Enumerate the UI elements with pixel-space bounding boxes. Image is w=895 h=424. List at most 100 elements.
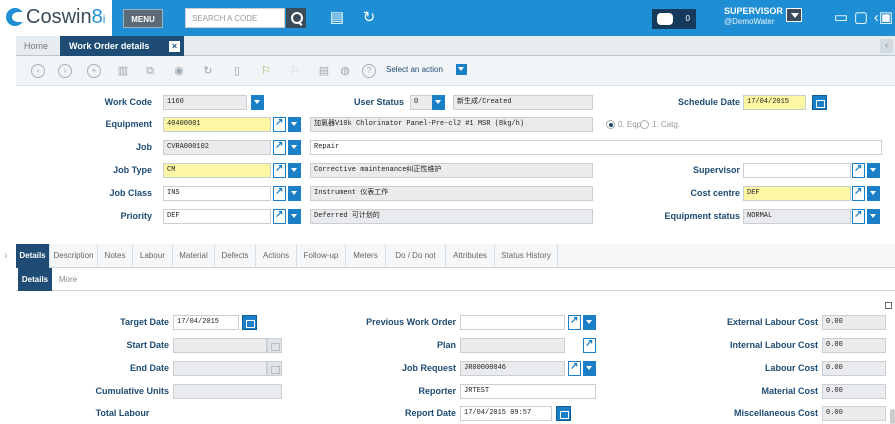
menu-button[interactable]: MENU [123, 9, 163, 28]
cumulative-units-field[interactable] [173, 384, 282, 399]
radio-equipment[interactable] [606, 120, 615, 129]
scroll-handle[interactable] [885, 302, 892, 309]
chevron-down-icon[interactable] [288, 140, 301, 155]
previous-icon[interactable]: ‹ [31, 64, 45, 78]
chevron-down-icon[interactable] [583, 315, 596, 330]
equipment-field[interactable]: 40400001 [163, 117, 271, 132]
open-link-icon[interactable] [852, 163, 865, 178]
internal-labour-cost-field[interactable]: 0.00 [822, 338, 886, 353]
open-link-icon[interactable] [273, 140, 286, 155]
external-labour-cost-field[interactable]: 0.00 [822, 315, 886, 330]
chevron-down-icon[interactable] [456, 64, 467, 75]
subtab-more[interactable]: More [52, 268, 84, 291]
job-request-field[interactable]: JR00000046 [460, 361, 565, 376]
open-link-icon[interactable] [583, 338, 596, 353]
miscellaneous-cost-field[interactable]: 0.00 [822, 406, 886, 421]
job-field[interactable]: CVRA000102 [163, 140, 271, 155]
open-link-icon[interactable] [273, 163, 286, 178]
open-link-icon[interactable] [852, 209, 865, 224]
open-link-icon[interactable] [273, 117, 286, 132]
chat-icon[interactable]: ▢ [852, 9, 870, 27]
tab-work-order-details[interactable]: Work Order details × [60, 36, 184, 56]
chevron-down-icon[interactable] [867, 163, 880, 178]
chevron-down-icon[interactable] [251, 95, 264, 110]
target-date-field[interactable]: 17/04/2015 [173, 315, 239, 330]
exit-icon[interactable]: ‹▣ [872, 9, 895, 27]
chevron-down-icon[interactable] [432, 95, 445, 110]
chevron-down-icon[interactable] [867, 186, 880, 201]
copy-icon[interactable]: ⧉ [143, 64, 157, 78]
delete-icon[interactable]: ▯ [230, 64, 244, 78]
supervisor-field[interactable] [743, 163, 851, 178]
start-date-field[interactable] [173, 338, 267, 353]
chevron-down-icon[interactable] [288, 163, 301, 178]
tab-details[interactable]: Details [16, 244, 50, 268]
open-link-icon[interactable] [273, 209, 286, 224]
window-icon[interactable]: ▭ [832, 9, 850, 27]
schedule-date-field[interactable]: 17/04/2015 [743, 95, 806, 110]
next-icon[interactable]: › [58, 64, 72, 78]
chevron-down-icon[interactable] [288, 117, 301, 132]
end-date-field[interactable] [173, 361, 267, 376]
plan-field[interactable] [460, 338, 565, 353]
tab-defects[interactable]: Defects [215, 244, 256, 268]
flag-off-icon[interactable]: ⚐ [288, 64, 302, 78]
work-code-field[interactable]: 1160 [163, 95, 247, 110]
open-link-icon[interactable] [568, 315, 581, 330]
tab-home[interactable]: Home [24, 41, 48, 51]
open-link-icon[interactable] [852, 186, 865, 201]
report-date-field[interactable]: 17/04/2015 09:57 [460, 406, 552, 421]
notifications-button[interactable]: 0 [652, 9, 696, 29]
open-link-icon[interactable] [568, 361, 581, 376]
tab-attributes[interactable]: Attributes [446, 244, 495, 268]
undo-icon[interactable]: ↻ [201, 64, 215, 78]
chevron-left-icon[interactable]: ‹ [880, 39, 893, 53]
view-icon[interactable]: ◉ [172, 64, 186, 78]
material-cost-field[interactable]: 0.00 [822, 384, 886, 399]
search-input[interactable]: SEARCH A CODE [185, 8, 285, 28]
job-type-field[interactable]: CM [163, 163, 271, 178]
labour-cost-field[interactable]: 0.00 [822, 361, 886, 376]
chevron-down-icon[interactable] [288, 186, 301, 201]
select-action-dropdown[interactable]: Select an action [386, 65, 443, 74]
tab-notes[interactable]: Notes [98, 244, 133, 268]
calendar-icon[interactable] [812, 95, 827, 110]
scrollbar[interactable] [890, 409, 895, 424]
reporter-field[interactable]: JRTEST [460, 384, 596, 399]
flag-icon[interactable]: ⚐ [259, 64, 273, 78]
chevron-down-icon[interactable] [867, 209, 880, 224]
save-icon[interactable]: ▥ [116, 64, 130, 78]
tab-labour[interactable]: Labour [133, 244, 173, 268]
search-icon[interactable] [286, 8, 306, 28]
tab-status-history[interactable]: Status History [495, 244, 558, 268]
tab-meters[interactable]: Meters [346, 244, 386, 268]
chevron-down-icon[interactable] [583, 361, 596, 376]
calendar-icon[interactable] [242, 315, 257, 330]
user-menu-dropdown[interactable] [786, 8, 802, 22]
refresh-icon[interactable]: ↻ [360, 9, 378, 27]
print-icon[interactable]: ▤ [328, 9, 346, 27]
priority-field[interactable]: DEF [163, 209, 271, 224]
document-icon[interactable]: ▤ [317, 64, 331, 78]
tab-do-do-not[interactable]: Do / Do not [386, 244, 446, 268]
job-description[interactable]: Repair [310, 140, 882, 155]
radio-category[interactable] [640, 120, 649, 129]
calendar-icon[interactable] [556, 406, 571, 421]
equipment-status-field[interactable]: NORMAL [743, 209, 851, 224]
user-name[interactable]: SUPERVISOR [724, 6, 783, 16]
globe-icon[interactable]: ◍ [338, 64, 352, 78]
subtab-details[interactable]: Details [18, 268, 52, 291]
tab-material[interactable]: Material [173, 244, 215, 268]
close-icon[interactable]: × [169, 41, 180, 52]
tab-description[interactable]: Description [50, 244, 98, 268]
tab-actions[interactable]: Actions [256, 244, 297, 268]
chevron-down-icon[interactable] [288, 209, 301, 224]
previous-work-order-field[interactable] [460, 315, 565, 330]
job-class-field[interactable]: INS [163, 186, 271, 201]
open-link-icon[interactable] [273, 186, 286, 201]
cost-centre-field[interactable]: DEF [743, 186, 851, 201]
help-icon[interactable]: ? [362, 64, 376, 78]
expand-sidebar-icon[interactable]: › [4, 250, 8, 262]
add-icon[interactable]: + [87, 64, 101, 78]
tab-follow-up[interactable]: Follow-up [297, 244, 346, 268]
